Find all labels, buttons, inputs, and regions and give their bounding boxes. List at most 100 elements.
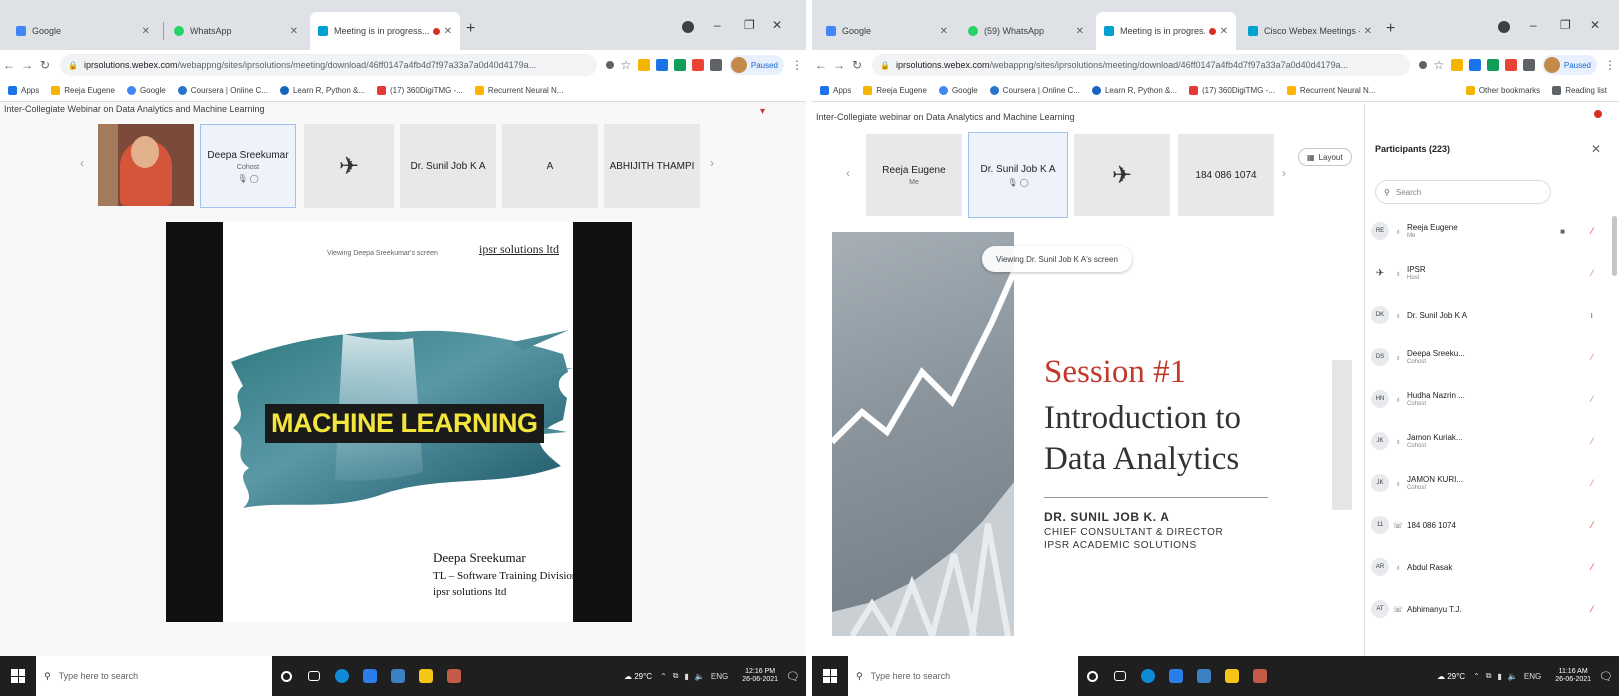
participant-row[interactable]: AR ♁ Abdul Rasak ⁄ [1371, 546, 1599, 588]
mute-icon[interactable]: ⁄ [1591, 436, 1593, 446]
taskbar-search[interactable]: ⚲ Type here to search [36, 656, 272, 696]
store-button[interactable] [1190, 656, 1218, 696]
maximize-button[interactable]: ❐ [744, 18, 755, 32]
forward-icon[interactable]: → [830, 58, 848, 72]
layout-button[interactable]: ▦ Layout [1298, 148, 1352, 166]
strip-next-icon[interactable]: › [1282, 166, 1286, 180]
bookmark-item[interactable]: Recurrent Neural N... [474, 86, 564, 95]
notification-icon[interactable]: 🗨 [1599, 670, 1613, 683]
bookmark-item[interactable]: Google [126, 86, 166, 95]
bookmark-item[interactable]: (17) 360DigiTMG -... [1189, 86, 1275, 95]
tab-meeting[interactable]: Meeting is in progress... ✕ [310, 12, 460, 50]
camera-blocked-icon[interactable] [1418, 61, 1427, 69]
menu-icon[interactable]: ⋮ [1601, 58, 1619, 72]
clock[interactable]: 11:16 AM 26-06-2021 [1555, 668, 1591, 685]
task-view-button[interactable] [272, 656, 300, 696]
bookmark-item[interactable]: Recurrent Neural N... [1286, 86, 1376, 95]
strip-prev-icon[interactable]: ‹ [846, 166, 850, 180]
start-button[interactable] [0, 656, 36, 696]
minimize-button[interactable]: – [714, 18, 721, 32]
forward-icon[interactable]: → [18, 58, 36, 72]
edge-button[interactable] [1134, 656, 1162, 696]
tab-whatsapp[interactable]: (59) WhatsApp ✕ [960, 12, 1092, 50]
strip-tile[interactable]: ✈ [304, 124, 394, 208]
mute-icon[interactable]: ⁄ [1591, 352, 1593, 362]
reload-icon[interactable]: ↻ [848, 58, 866, 72]
network-icon[interactable]: ⧉ [1486, 671, 1492, 681]
tab-meeting[interactable]: Meeting is in progres... ✕ [1096, 12, 1236, 50]
menu-icon[interactable]: ⋮ [788, 58, 806, 72]
bookmark-item[interactable]: Learn R, Python &... [279, 86, 365, 95]
back-icon[interactable]: ← [0, 58, 18, 72]
participant-row[interactable]: DS ♁ Deepa Sreeku... Cohost ⁄ [1371, 336, 1599, 378]
participant-row[interactable]: RE ♁ Reeja Eugene Me ■ ⁄ [1371, 210, 1599, 252]
strip-prev-icon[interactable]: ‹ [80, 156, 84, 170]
profile-button[interactable]: Paused [728, 55, 784, 75]
chevron-down-icon[interactable]: ▾ [760, 106, 765, 117]
strip-tile[interactable]: ABHIJITH THAMPI [604, 124, 700, 208]
media-icon[interactable] [1498, 21, 1510, 33]
video-icon[interactable]: ■ [1560, 227, 1565, 236]
close-icon[interactable]: ✕ [290, 26, 298, 37]
participant-row[interactable]: ✈ ♁ IPSR Host ⁄ [1371, 252, 1599, 294]
address-bar[interactable]: 🔒 iprsolutions.webex.com /webappng/sites… [60, 54, 597, 76]
participant-row[interactable]: HN ♁ Hudha Nazrin ... Cohost ⁄ [1371, 378, 1599, 420]
extension-icon[interactable] [655, 59, 668, 71]
close-icon[interactable]: ✕ [142, 26, 150, 37]
weather-widget[interactable]: ☁ 29°C [624, 672, 652, 681]
tab-google[interactable]: Google ✕ [818, 12, 956, 50]
battery-icon[interactable]: ▮ [1498, 672, 1502, 681]
mic-on-icon[interactable]: ı [1590, 310, 1593, 320]
language-indicator[interactable]: ENG [1524, 672, 1541, 681]
extension-icon[interactable] [1468, 59, 1481, 71]
bookmark-item[interactable]: Learn R, Python &... [1091, 86, 1177, 95]
close-icon[interactable]: ✕ [1076, 26, 1084, 37]
network-icon[interactable]: ⧉ [673, 671, 679, 681]
participant-row[interactable]: JK ♁ JAMON KURI... Cohost ⁄ [1371, 462, 1599, 504]
language-indicator[interactable]: ENG [711, 672, 728, 681]
participant-row[interactable]: AT ☏ Abhimanyu T.J. ⁄ [1371, 588, 1599, 630]
back-icon[interactable]: ← [812, 58, 830, 72]
mute-icon[interactable]: ⁄ [1591, 394, 1593, 404]
edge-button[interactable] [328, 656, 356, 696]
extension-icon[interactable] [1450, 59, 1463, 71]
extension-icon[interactable] [637, 59, 650, 71]
task-view-button[interactable] [1078, 656, 1106, 696]
strip-tile[interactable]: 184 086 1074 [1178, 134, 1274, 216]
strip-tile[interactable]: Dr. Sunil Job K A [400, 124, 496, 208]
profile-button[interactable]: Paused [1541, 55, 1597, 75]
volume-icon[interactable]: 🔈 [1508, 672, 1518, 681]
notification-icon[interactable]: 🗨 [786, 670, 800, 683]
close-icon[interactable]: ✕ [1220, 26, 1228, 37]
mute-icon[interactable]: ⁄ [1591, 226, 1593, 236]
bookmark-item[interactable]: Coursera | Online C... [177, 86, 268, 95]
maximize-button[interactable]: ❐ [1560, 18, 1571, 32]
chevron-up-icon[interactable]: ⌃ [1473, 672, 1480, 681]
participant-row[interactable]: JK ♁ Jamon Kuriak... Cohost ⁄ [1371, 420, 1599, 462]
taskview-button[interactable] [300, 656, 328, 696]
participants-search[interactable]: ⚲ Search [1375, 180, 1551, 204]
media-icon[interactable] [682, 21, 694, 33]
taskbar-search[interactable]: ⚲ Type here to search [848, 656, 1078, 696]
chrome-button[interactable] [356, 656, 384, 696]
mute-icon[interactable]: ⁄ [1591, 268, 1593, 278]
strip-next-icon[interactable]: › [710, 156, 714, 170]
reading-list[interactable]: Reading list [1552, 86, 1607, 95]
strip-tile[interactable]: Reeja Eugene Me [866, 134, 962, 216]
close-icon[interactable]: ✕ [1591, 142, 1601, 156]
explorer-button[interactable] [1218, 656, 1246, 696]
mute-icon[interactable]: ⁄ [1591, 478, 1593, 488]
mute-icon[interactable]: ⁄ [1591, 520, 1593, 530]
bookmark-item[interactable]: (17) 360DigiTMG -... [377, 86, 463, 95]
new-tab-button[interactable]: + [1386, 20, 1395, 38]
bookmark-item[interactable]: Reeja Eugene [863, 86, 927, 95]
start-button[interactable] [812, 656, 848, 696]
share-drag-handle[interactable] [1332, 360, 1352, 510]
tab-whatsapp[interactable]: WhatsApp ✕ [166, 12, 306, 50]
minimize-button[interactable]: – [1530, 18, 1537, 32]
participant-row[interactable]: 11 ☏ 184 086 1074 ⁄ [1371, 504, 1599, 546]
close-icon[interactable]: ✕ [1364, 26, 1372, 37]
tab-google[interactable]: Google ✕ [8, 12, 158, 50]
app-button[interactable] [1246, 656, 1274, 696]
new-tab-button[interactable]: + [466, 20, 475, 38]
